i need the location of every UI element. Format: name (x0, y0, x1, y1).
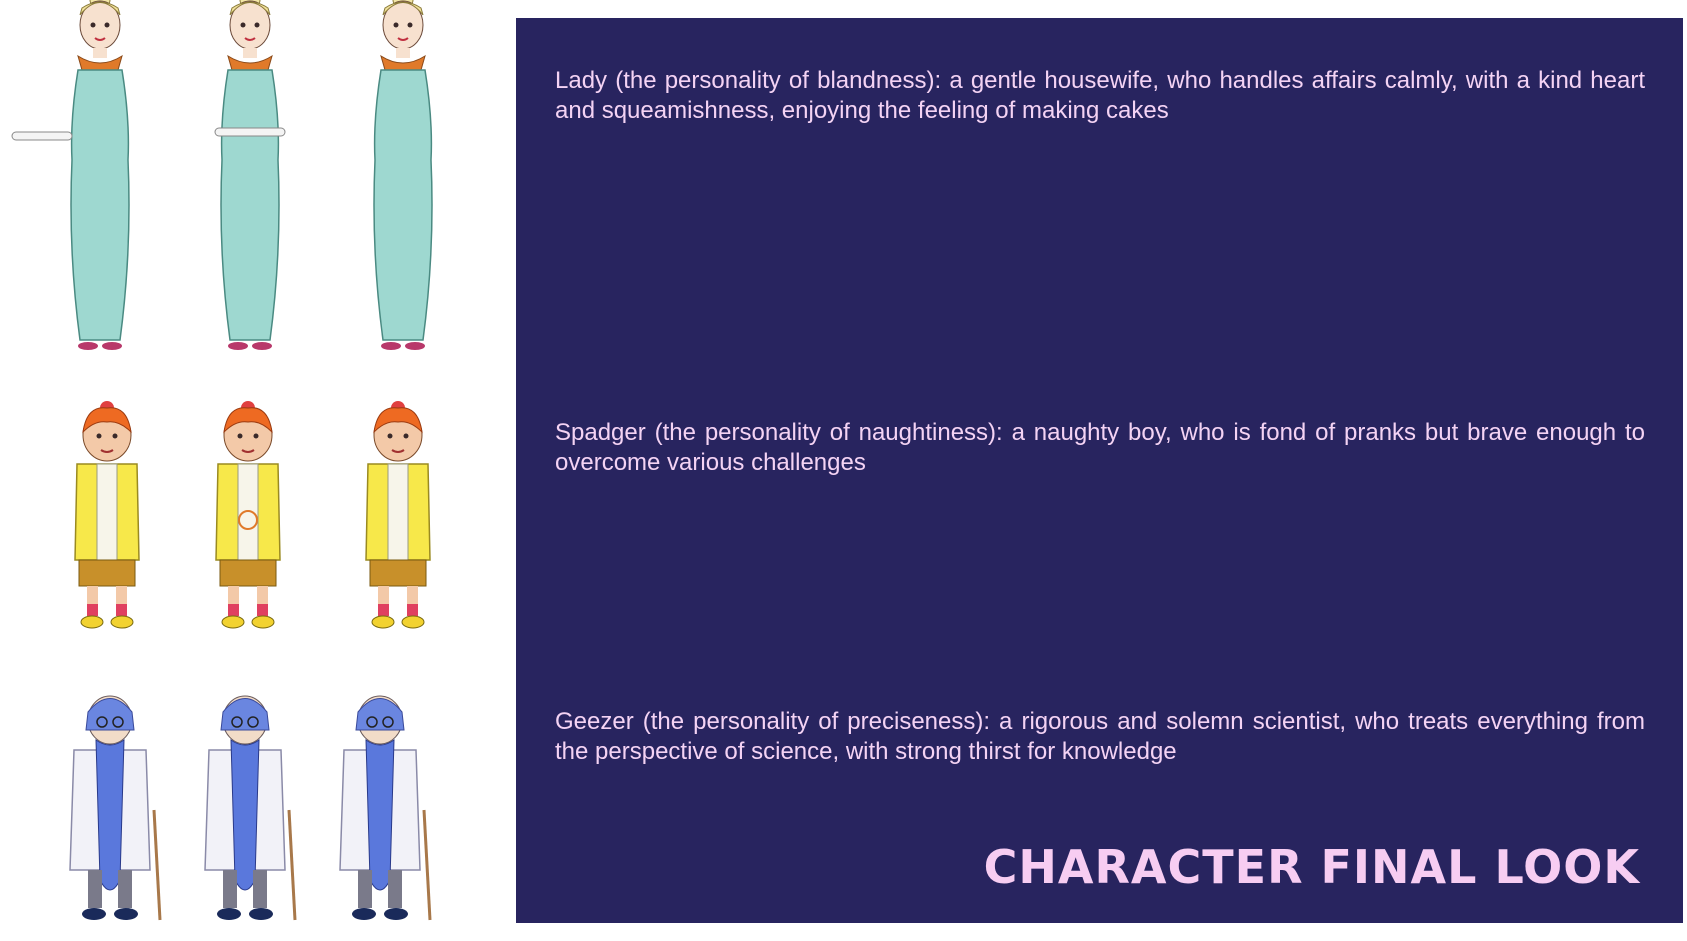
spadger-side-view (365, 400, 431, 629)
character-turnaround-illustrations (0, 0, 500, 941)
description-panel: Lady (the personality of blandness): a g… (516, 18, 1683, 923)
geezer-illustration (68, 694, 432, 922)
lady-front-view (220, 0, 280, 351)
geezer-side-view (338, 694, 432, 922)
geezer-back-view (203, 694, 297, 922)
lady-front-three-quarter-view (70, 0, 130, 351)
cake-tray-icon (214, 127, 286, 137)
spadger-illustration (74, 400, 431, 629)
geezer-front-view (68, 694, 162, 922)
cake-tray-icon (11, 131, 73, 141)
spadger-front-view (74, 400, 140, 629)
lady-illustration (11, 0, 433, 351)
lady-description: Lady (the personality of blandness): a g… (555, 67, 1645, 124)
spadger-description: Spadger (the personality of naughtiness)… (555, 419, 1645, 476)
geezer-description: Geezer (the personality of preciseness):… (555, 708, 1645, 765)
slide-title: Character Final Look (983, 840, 1640, 894)
spadger-back-view (215, 400, 281, 629)
lady-back-view (373, 0, 433, 351)
